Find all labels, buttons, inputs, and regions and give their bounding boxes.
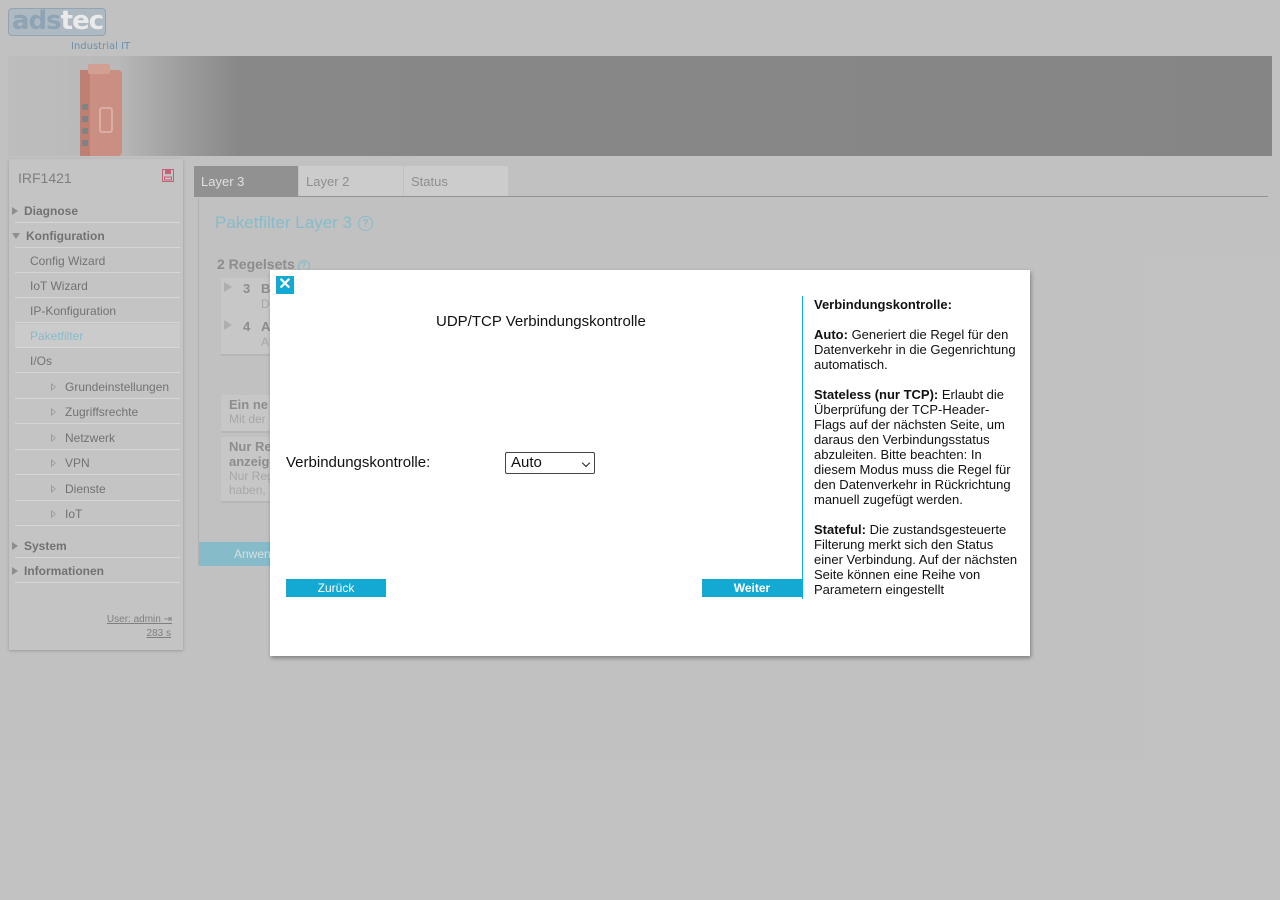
help-divider — [802, 296, 803, 599]
help-stateful-term: Stateful: — [814, 522, 866, 537]
close-icon: ✕ — [278, 276, 292, 293]
help-stateful: Stateful: Die zustandsgesteuerte Filteru… — [814, 522, 1018, 597]
chevron-down-icon — [581, 458, 591, 468]
help-heading: Verbindungskontrolle: — [814, 297, 952, 312]
help-stateless-term: Stateless (nur TCP): — [814, 387, 939, 402]
connection-control-select[interactable]: Auto — [505, 452, 595, 474]
close-button[interactable]: ✕ — [276, 276, 294, 294]
select-value: Auto — [511, 454, 542, 471]
help-auto: Auto: Generiert die Regel für den Datenv… — [814, 327, 1018, 372]
connection-control-label: Verbindungskontrolle: — [286, 454, 431, 471]
connection-control-dialog: ✕ UDP/TCP Verbindungskontrolle Verbindun… — [270, 270, 1030, 656]
back-button[interactable]: Zurück — [286, 579, 386, 597]
dialog-title: UDP/TCP Verbindungskontrolle — [436, 313, 646, 330]
help-stateless-text: Erlaubt die Überprüfung der TCP-Header-F… — [814, 387, 1011, 507]
next-button[interactable]: Weiter — [702, 579, 802, 597]
help-auto-term: Auto: — [814, 327, 848, 342]
help-panel: Verbindungskontrolle: Auto: Generiert di… — [814, 297, 1018, 612]
help-stateless: Stateless (nur TCP): Erlaubt die Überprü… — [814, 387, 1018, 507]
